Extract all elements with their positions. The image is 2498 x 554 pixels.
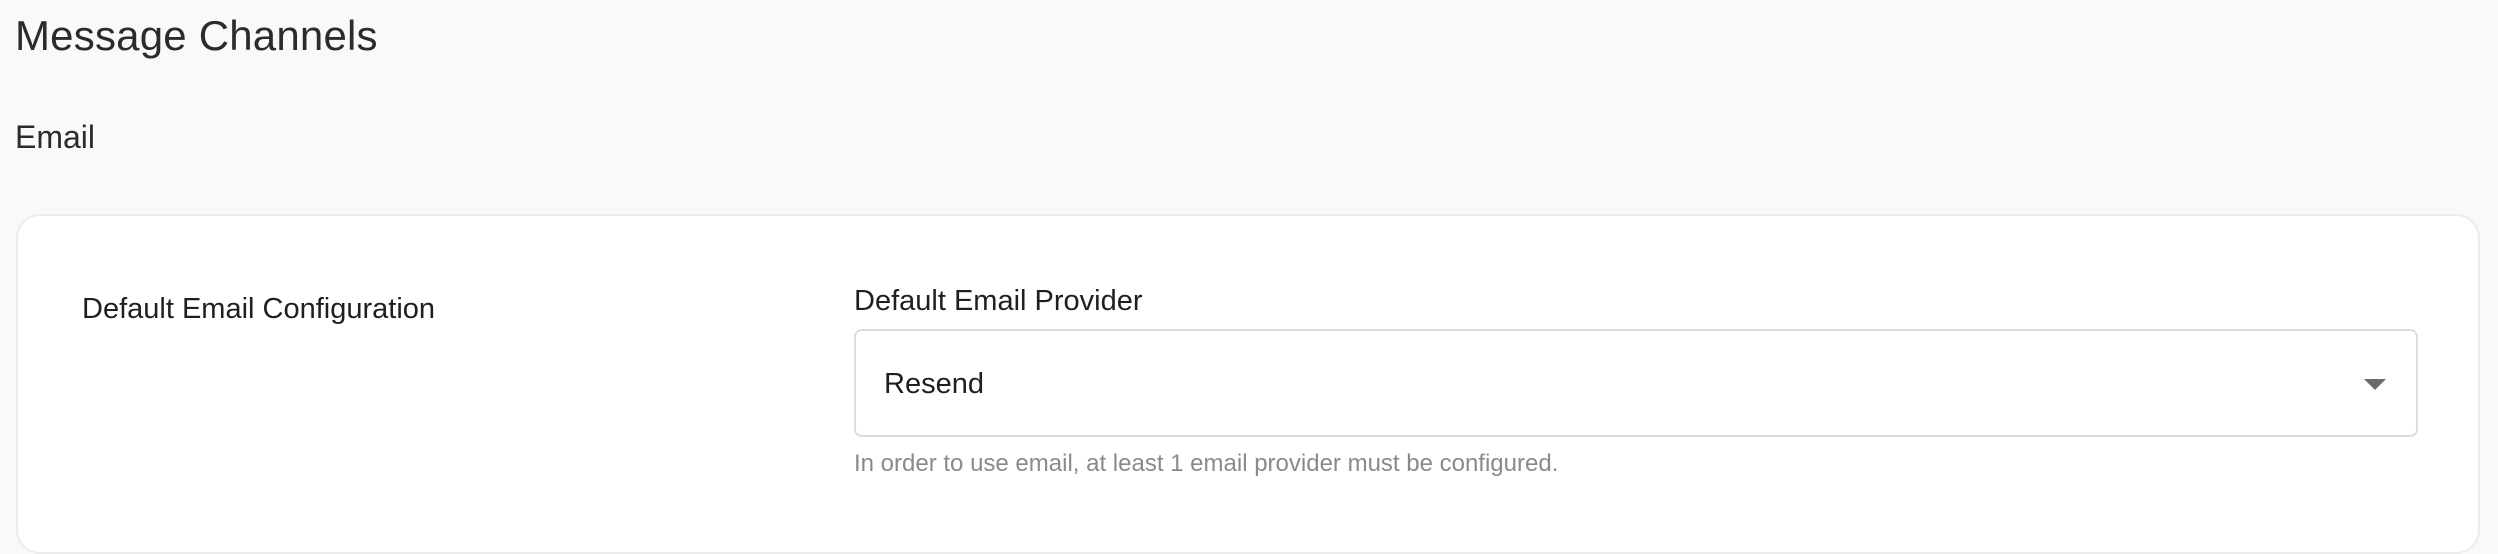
page-title: Message Channels — [15, 12, 378, 59]
caret-down-icon — [2364, 379, 2386, 390]
config-label: Default Email Configuration — [82, 293, 436, 325]
section-title-email: Email — [15, 119, 96, 155]
email-provider-label: Default Email Provider — [854, 285, 1143, 317]
email-config-card: Default Email Configuration Default Emai… — [16, 214, 2480, 554]
helper-text: In order to use email, at least 1 email … — [854, 450, 1559, 477]
email-provider-select[interactable]: Resend — [854, 329, 2418, 437]
email-provider-value: Resend — [884, 368, 984, 400]
